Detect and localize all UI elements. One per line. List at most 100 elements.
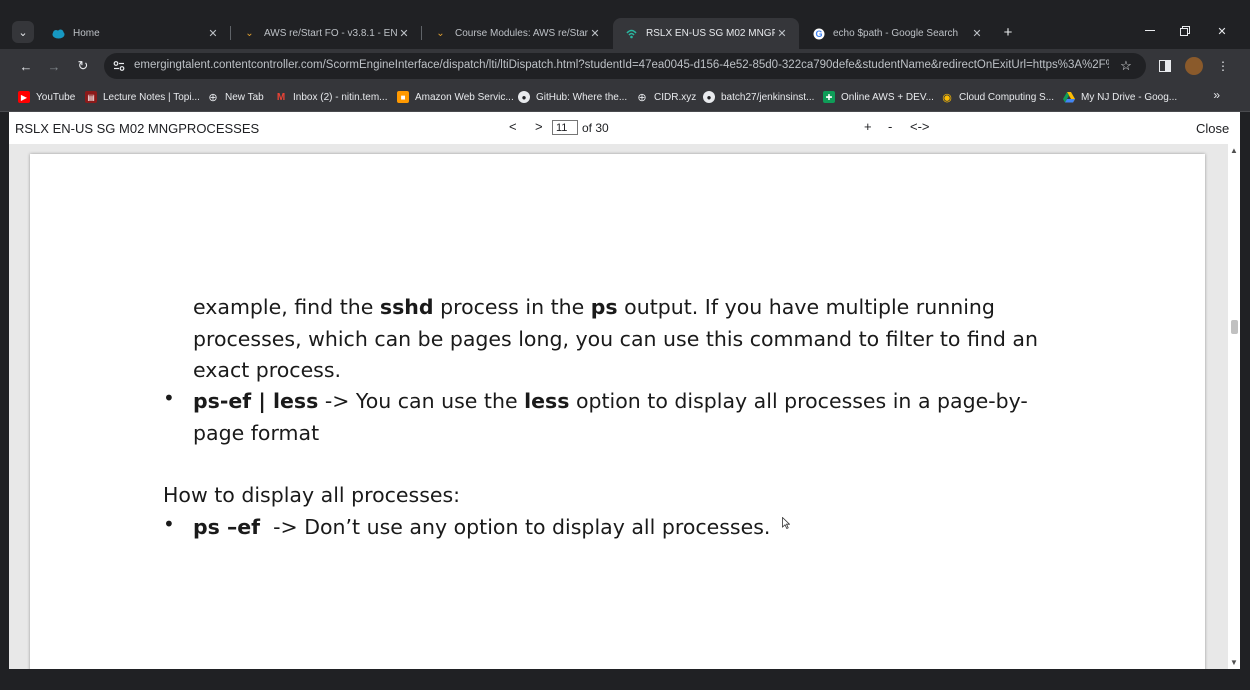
slide-page: example, find the sshd process in the ps…: [30, 154, 1205, 669]
bookmark-star-icon[interactable]: ☆: [1118, 57, 1134, 75]
bookmark-aws[interactable]: ■ Amazon Web Servic...: [397, 89, 514, 105]
tab-google-search[interactable]: G echo $path - Google Search ✕: [800, 18, 994, 49]
new-tab-icon[interactable]: +: [1000, 21, 1016, 43]
gmail-icon: M: [276, 91, 286, 103]
site-settings-icon[interactable]: [112, 58, 126, 74]
close-tab-icon[interactable]: ✕: [397, 27, 411, 40]
address-bar[interactable]: emergingtalent.contentcontroller.com/Sco…: [104, 53, 1146, 79]
tab-title: Home: [73, 28, 100, 39]
bookmark-cidr[interactable]: ⊕ CIDR.xyz: [636, 89, 696, 105]
globe-icon: ⊕: [637, 91, 647, 104]
bookmarks-bar: ▶ YouTube ▤ Lecture Notes | Topi... ⊕ Ne…: [0, 83, 1250, 112]
tab-aws-restart[interactable]: ⌄ AWS re/Start FO - v3.8.1 - EN ✕: [231, 18, 421, 49]
previous-page-button[interactable]: <: [509, 119, 517, 134]
bookmark-new-tab[interactable]: ⊕ New Tab: [207, 89, 263, 105]
text-run: -> Don’t use any option to display all p…: [260, 515, 771, 539]
content-viewer: RSLX EN-US SG M02 MNGPROCESSES < > of 30…: [9, 112, 1240, 669]
minimize-icon[interactable]: [1141, 23, 1159, 39]
broadcast-icon: [625, 27, 638, 40]
close-viewer-button[interactable]: Close: [1196, 121, 1229, 136]
google-drive-icon: [1063, 91, 1075, 103]
menu-kebab-icon[interactable]: ⋮: [1214, 57, 1232, 75]
close-tab-icon[interactable]: ✕: [775, 27, 789, 40]
youtube-icon: ▶: [18, 91, 30, 103]
bookmark-label: CIDR.xyz: [654, 91, 697, 103]
bullet-marker: •: [163, 512, 175, 536]
bold-text-run: ps –ef: [193, 515, 261, 539]
google-drive-folder-icon: ◉: [942, 91, 952, 104]
side-panel-icon[interactable]: [1156, 57, 1174, 75]
canvas-chevron-icon: ⌄: [245, 28, 254, 39]
slide-content: example, find the sshd process in the ps…: [30, 154, 1205, 669]
bookmark-label: My NJ Drive - Goog...: [1081, 91, 1178, 103]
text-run: example, find the: [193, 295, 380, 319]
tab-title: AWS re/Start FO - v3.8.1 - EN: [264, 28, 397, 39]
text-run: process in the: [433, 295, 591, 319]
tab-rslx-active[interactable]: RSLX EN-US SG M02 MNGPROC ✕: [613, 18, 799, 49]
svg-text:G: G: [815, 29, 822, 39]
mouse-cursor-icon: [782, 517, 790, 529]
page-number-input[interactable]: [552, 120, 578, 135]
viewer-toolbar: RSLX EN-US SG M02 MNGPROCESSES < > of 30…: [9, 112, 1240, 144]
scroll-up-arrow-icon[interactable]: ▲: [1230, 146, 1238, 155]
bold-text-run: sshd: [379, 295, 434, 319]
tab-title: Course Modules: AWS re/Start: [455, 28, 588, 39]
slide-paragraph: example, find the sshd process in the ps…: [193, 292, 1063, 387]
profile-avatar[interactable]: [1185, 57, 1203, 75]
bold-text-run: ps-ef | less: [193, 389, 319, 413]
scroll-down-arrow-icon[interactable]: ▼: [1230, 658, 1238, 667]
aws-cube-icon: ■: [397, 91, 409, 103]
close-tab-icon[interactable]: ✕: [970, 27, 984, 40]
bookmark-label: Amazon Web Servic...: [415, 91, 514, 103]
zoom-in-button[interactable]: +: [864, 119, 872, 134]
zoom-out-button[interactable]: -: [888, 119, 892, 134]
bookmark-youtube[interactable]: ▶ YouTube: [18, 89, 75, 105]
salesforce-cloud-icon: [52, 27, 65, 40]
slide-scroll-area[interactable]: example, find the sshd process in the ps…: [9, 144, 1228, 669]
bookmark-label: Inbox (2) - nitin.tem...: [293, 91, 388, 103]
bullet-item-ps-ef: ps –ef -> Don’t use any option to displa…: [193, 512, 1063, 544]
tab-home[interactable]: Home ✕: [40, 18, 230, 49]
back-arrow-icon[interactable]: ←: [17, 57, 35, 75]
bookmark-nj-drive[interactable]: My NJ Drive - Goog...: [1063, 89, 1177, 105]
bookmark-label: YouTube: [36, 91, 76, 103]
github-icon: ●: [703, 91, 715, 103]
bullet-item-ps-ef-less: ps-ef | less -> You can use the less opt…: [193, 386, 1063, 449]
google-icon: G: [812, 27, 825, 40]
tab-title: RSLX EN-US SG M02 MNGPROC: [646, 28, 775, 39]
restore-icon[interactable]: [1176, 23, 1194, 39]
close-window-icon[interactable]: ✕: [1213, 23, 1231, 39]
bookmark-label: Cloud Computing S...: [959, 91, 1055, 103]
text-run: -> You can use the: [318, 389, 525, 413]
close-tab-icon[interactable]: ✕: [588, 27, 602, 40]
next-page-button[interactable]: >: [535, 119, 543, 134]
bookmark-lecture-notes[interactable]: ▤ Lecture Notes | Topi...: [85, 89, 200, 105]
sheets-icon: ✚: [823, 91, 835, 103]
reload-icon[interactable]: ↻: [74, 57, 92, 75]
tab-course-modules[interactable]: ⌄ Course Modules: AWS re/Start ✕: [422, 18, 612, 49]
bookmark-github[interactable]: ● GitHub: Where the...: [518, 89, 627, 105]
scrollbar-thumb[interactable]: [1231, 320, 1238, 334]
bold-text-run: ps: [590, 295, 618, 319]
forward-arrow-icon[interactable]: →: [45, 57, 63, 75]
url-text[interactable]: emergingtalent.contentcontroller.com/Sco…: [134, 59, 1109, 71]
github-icon: ●: [518, 91, 530, 103]
browser-tab-strip: ⌄ Home ✕ ⌄ AWS re/Start FO - v3.8.1 - EN…: [0, 0, 1250, 49]
bookmark-online-aws[interactable]: ✚ Online AWS + DEV...: [823, 89, 934, 105]
bookmark-jenkins[interactable]: ● batch27/jenkinsinst...: [703, 89, 814, 105]
slide-heading: How to display all processes:: [163, 483, 461, 507]
close-tab-icon[interactable]: ✕: [206, 27, 220, 40]
tab-search-icon[interactable]: ⌄: [12, 21, 34, 43]
bookmark-label: batch27/jenkinsinst...: [721, 91, 815, 103]
bookmark-cloud-computing[interactable]: ◉ Cloud Computing S...: [941, 89, 1054, 105]
globe-icon: ⊕: [208, 91, 218, 104]
lecture-notes-icon: ▤: [85, 91, 97, 103]
bookmark-inbox[interactable]: M Inbox (2) - nitin.tem...: [275, 89, 388, 105]
tab-title: echo $path - Google Search: [833, 28, 959, 39]
bookmark-label: GitHub: Where the...: [536, 91, 628, 103]
bullet-marker: •: [163, 386, 175, 410]
vertical-scrollbar[interactable]: ▲ ▼: [1228, 144, 1240, 669]
fit-width-button[interactable]: <->: [910, 119, 930, 134]
bold-text-run: less: [524, 389, 570, 413]
more-bookmarks-icon[interactable]: »: [1213, 88, 1220, 102]
